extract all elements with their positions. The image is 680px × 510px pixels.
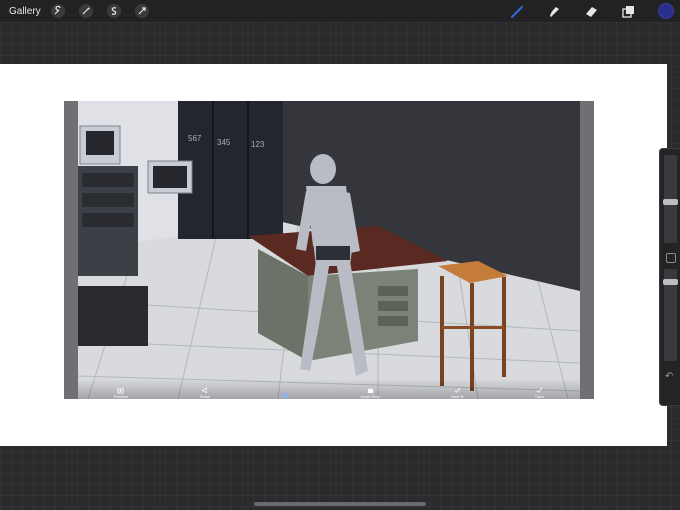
locker-number: 123 [251,140,265,149]
pasted-image[interactable]: 567 345 123 Preview Share Avoid Stop Bes… [64,101,594,399]
preview-button[interactable]: Preview [114,387,128,399]
lockers: 567 345 123 [178,101,283,239]
avoid-stop-button[interactable]: Avoid Stop [360,387,380,399]
camera-icon [117,388,124,394]
eraser-icon[interactable] [584,4,599,19]
smudge-icon[interactable] [547,4,562,19]
top-toolbar: Gallery [0,0,680,22]
share-icon [202,387,208,394]
transform-icon[interactable] [134,4,149,18]
room-scene: 567 345 123 [78,101,580,399]
render-toolbar: Preview Share Avoid Stop Best fit Save [78,379,580,399]
share-button[interactable]: Share [199,387,211,399]
locker-number: 567 [188,134,202,143]
selection-icon[interactable] [106,4,121,18]
avoid-stop-label: Avoid Stop [360,394,380,399]
best-fit-label: Best fit [451,394,464,399]
save-label: Save [535,394,545,399]
gallery-button[interactable]: Gallery [9,6,41,17]
undo-icon[interactable]: ↶ [665,371,673,382]
magic-wand-icon[interactable] [78,4,93,18]
home-indicator[interactable] [254,502,426,506]
share-label: Share [199,394,211,399]
locker-number: 345 [217,138,231,147]
wrench-icon[interactable] [50,4,65,18]
brush-sidebar: ↶ [659,148,680,406]
render-viewport: 567 345 123 Preview Share Avoid Stop Bes… [78,101,580,399]
layers-icon[interactable] [621,4,636,19]
check-icon [536,387,543,393]
brush-icon[interactable] [510,4,525,19]
right-toolbar [510,0,680,22]
eyedropper-button[interactable] [666,253,676,263]
figure-button[interactable] [282,392,289,399]
color-picker-button[interactable] [658,3,674,19]
save-button[interactable]: Save [535,387,544,399]
store-icon [367,388,373,394]
check-icon [454,387,461,393]
best-fit-button[interactable]: Best fit [451,387,463,399]
opacity-thumb[interactable] [663,279,678,285]
figure-shorts [316,246,350,260]
brush-size-thumb[interactable] [663,199,678,205]
preview-label: Preview [113,394,129,399]
figure-icon [282,392,289,399]
